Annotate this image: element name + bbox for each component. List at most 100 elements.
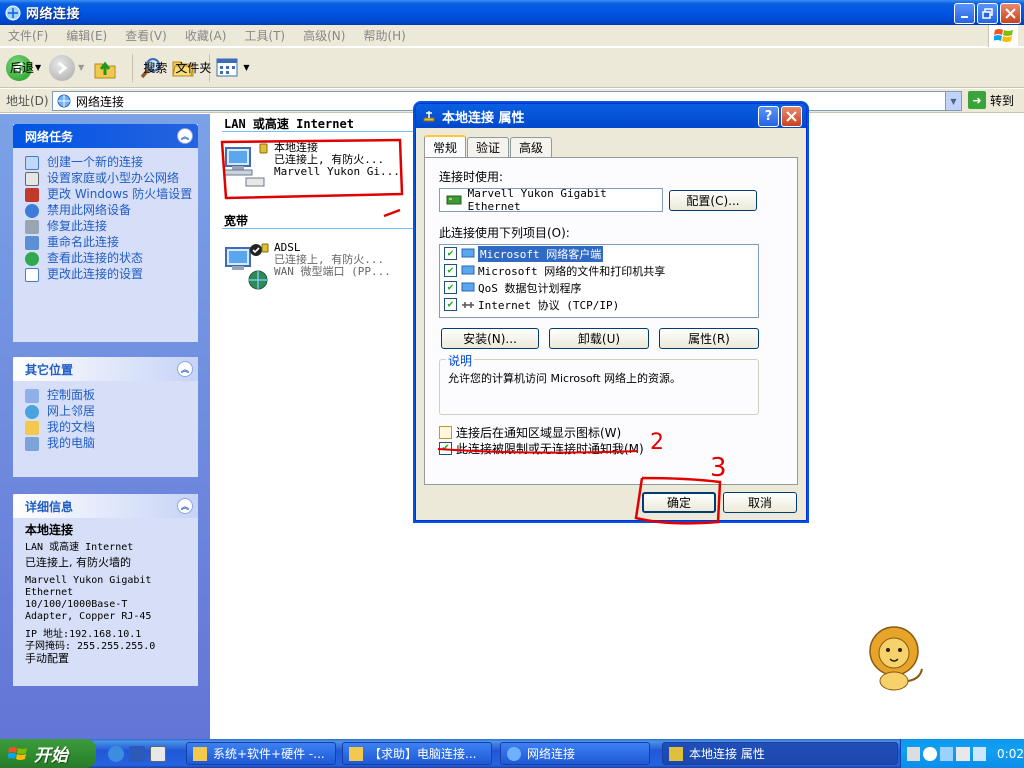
task-disable-device[interactable]: 禁用此网络设备 [25,204,198,218]
configure-button[interactable]: 配置(C)... [669,190,757,211]
task-create-connection[interactable]: 创建一个新的连接 [25,156,198,170]
address-dropdown-icon[interactable]: ▼ [945,92,961,110]
dialog-titlebar[interactable]: 本地连接 属性 ? [416,104,806,128]
window-titlebar[interactable]: 网络连接 [0,0,1024,25]
taskbar-item[interactable]: 【求助】电脑连接... [342,742,492,765]
place-my-computer[interactable]: 我的电脑 [25,437,198,451]
list-item[interactable]: ✔ Internet 协议 (TCP/IP) [440,296,758,313]
checkbox[interactable]: ✔ [444,264,457,277]
menu-edit[interactable]: 编辑(E) [66,27,107,44]
items-label: 此连接使用下列项目(O): [439,226,570,240]
folders-button[interactable]: 文件夹 [171,56,211,80]
task-rename-connection[interactable]: 重命名此连接 [25,236,198,250]
tab-authentication[interactable]: 验证 [467,137,510,157]
adsl-connection-icon [225,243,269,290]
list-item[interactable]: ✔ Microsoft 网络客户端 [440,245,758,262]
task-firewall-settings[interactable]: 更改 Windows 防火墙设置 [25,188,198,202]
task-view-status[interactable]: 查看此连接的状态 [25,252,198,266]
repair-icon [25,220,39,234]
list-item[interactable]: ✔ Microsoft 网络的文件和打印机共享 [440,262,758,279]
network-connection-icon [423,111,435,122]
taskbar: 开始 系统+软件+硬件 -... 【求助】电脑连接... 网络连接 本地连接 属… [0,739,1024,768]
taskbar-item-active[interactable]: 本地连接 属性 [662,742,898,765]
network-tasks-header[interactable]: 网络任务 ︽ [13,124,198,148]
menu-view[interactable]: 查看(V) [125,27,167,44]
notify-option[interactable]: ✔ 此连接被限制或无连接时通知我(M) [439,440,644,457]
checkbox[interactable]: ✔ [444,281,457,294]
menu-favorites[interactable]: 收藏(A) [185,27,227,44]
minimize-button[interactable] [954,3,975,24]
file-share-icon [461,265,475,274]
task-change-settings[interactable]: 更改此连接的设置 [25,268,198,282]
place-network-neighborhood[interactable]: 网上邻居 [25,405,198,419]
notify-checkbox[interactable]: ✔ [439,442,452,455]
network-tray-icon[interactable] [939,746,954,761]
description-group: 说明 允许您的计算机访问 Microsoft 网络上的资源。 [439,352,759,415]
details-connection-name: 本地连接 [25,523,74,537]
views-dropdown-icon[interactable]: ▼ [243,63,249,72]
help-button[interactable]: ? [758,106,779,127]
menu-advanced[interactable]: 高级(N) [303,27,345,44]
dialog-close-button[interactable] [781,106,802,127]
maximize-button[interactable] [977,3,998,24]
start-label: 开始 [34,746,68,766]
ok-button[interactable]: 确定 [642,492,716,513]
menu-bar: 文件(F) 编辑(E) 查看(V) 收藏(A) 工具(T) 高级(N) 帮助(H… [0,25,1024,47]
tray-app-icon[interactable] [972,746,987,761]
checkbox[interactable]: ✔ [444,247,457,260]
details-header[interactable]: 详细信息 ︽ [13,494,198,518]
show-desktop-icon[interactable] [150,745,166,762]
collapse-icon[interactable]: ︽ [177,498,193,514]
properties-button[interactable]: 属性(R) [659,328,759,349]
network-connection-icon [669,746,683,761]
show-icon-checkbox[interactable] [439,426,452,439]
tab-advanced[interactable]: 高级 [510,137,553,157]
task-setup-home-network[interactable]: 设置家庭或小型办公网络 [25,172,198,186]
network-places-icon [25,405,39,419]
word-icon[interactable] [129,745,145,762]
taskbar-item[interactable]: 系统+软件+硬件 -... [186,742,336,765]
search-button[interactable]: 搜索 [139,56,167,80]
start-button[interactable]: 开始 [0,739,96,768]
place-my-documents[interactable]: 我的文档 [25,421,198,435]
group-divider [222,131,414,132]
adsl-connection-item[interactable]: ADSL 已连接上, 有防火... WAN 微型端口 (PP... [222,242,391,290]
tray-expand-icon[interactable] [923,746,937,761]
task-repair-connection[interactable]: 修复此连接 [25,220,198,234]
general-tab-page: 连接时使用: Marvell Yukon Gigabit Ethernet 配置… [424,157,798,485]
menu-file[interactable]: 文件(F) [8,27,48,44]
forward-dropdown-icon[interactable]: ▼ [78,63,84,72]
place-control-panel[interactable]: 控制面板 [25,389,198,403]
menu-help[interactable]: 帮助(H) [363,27,405,44]
tab-general[interactable]: 常规 [424,135,467,157]
uninstall-button[interactable]: 卸载(U) [549,328,649,349]
up-folder-button[interactable] [92,55,118,81]
lan-connection-item[interactable]: 本地连接 已连接上, 有防火... Marvell Yukon Gi... [222,142,400,190]
settings-icon [25,268,39,282]
forward-button[interactable]: ▼ [49,54,84,81]
go-button[interactable]: ➜ 转到 [968,91,1014,109]
taskbar-item[interactable]: 网络连接 [500,742,650,765]
menu-tools[interactable]: 工具(T) [244,27,285,44]
list-item[interactable]: ✔ QoS 数据包计划程序 [440,279,758,296]
checkbox[interactable]: ✔ [444,298,457,311]
details-title: 详细信息 [25,499,74,514]
back-dropdown-icon[interactable]: ▼ [35,63,41,72]
back-button[interactable]: 后退 ▼ [6,54,41,81]
volume-icon[interactable] [956,746,970,761]
views-button[interactable]: ▼ [216,57,249,79]
close-button[interactable] [1000,3,1021,24]
details-ip: IP 地址:192.168.10.1 [25,629,142,640]
internet-explorer-icon[interactable] [108,745,124,762]
collapse-icon[interactable]: ︽ [177,361,193,377]
new-connection-icon [25,156,39,170]
other-places-header[interactable]: 其它位置 ︽ [13,357,198,381]
install-button[interactable]: 安装(N)... [441,328,539,349]
collapse-icon[interactable]: ︽ [177,128,193,144]
show-icon-option[interactable]: 连接后在通知区域显示图标(W) [439,424,621,441]
clock[interactable]: 0:02 [997,747,1024,761]
keyboard-icon[interactable] [907,746,921,761]
dialog-title: 本地连接 属性 [442,110,525,126]
cancel-button[interactable]: 取消 [723,492,797,513]
windows-flag-icon [8,746,27,760]
